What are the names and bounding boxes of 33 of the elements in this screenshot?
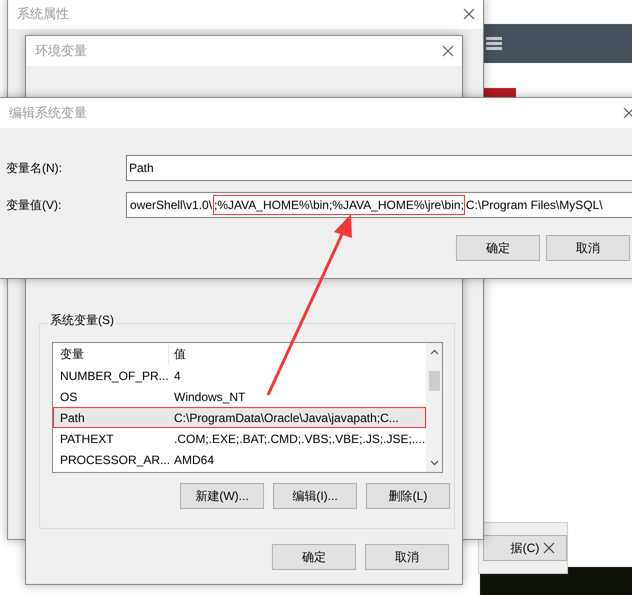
column-header[interactable]: 值	[169, 344, 426, 364]
table-cell-text: OS	[59, 390, 78, 404]
list-row[interactable]: PROCESSOR_AR... AMD64	[53, 449, 426, 470]
table-cell-text: NUMBER_OF_PR...	[59, 368, 169, 382]
window-title: 编辑系统变量	[9, 104, 87, 122]
ok-button[interactable]: 确定	[456, 235, 540, 261]
cancel-button[interactable]: 取消	[365, 544, 449, 570]
table-cell-text: PROCESSOR_AR...	[59, 452, 169, 466]
input-field[interactable]: Path	[126, 155, 632, 181]
list-row[interactable]: OS Windows_NT	[53, 386, 426, 407]
table-cell-text: Path	[59, 410, 86, 424]
list-action-button[interactable]: 删除(L)	[366, 483, 450, 509]
section-label: 系统变量(S)	[48, 312, 116, 329]
table-cell-text: AMD64	[173, 452, 216, 466]
window-title: 环境变量	[35, 42, 87, 60]
list-action-button[interactable]: 编辑(I)...	[273, 483, 357, 509]
table-cell-text: Windows_NT	[173, 390, 246, 404]
copy-button[interactable]: 据(C)	[483, 535, 567, 561]
field-label: 变量值(V):	[6, 196, 62, 214]
list-action-button[interactable]: 新建(W)...	[180, 483, 264, 509]
field-label: 变量名(N):	[6, 160, 63, 176]
window-title: 系统属性	[17, 5, 69, 23]
input-field[interactable]: owerShell\v1.0\ ;%JAVA_HOME%\bin;%JAVA_HOME%\jre\bin; C:\Program Files\MySQL\	[126, 192, 632, 218]
table-cell-text: .COM;.EXE;.BAT;.CMD;.VBS;.VBE;.JS;.JSE;....	[173, 432, 426, 446]
list-row[interactable]: Path C:\ProgramData\Oracle\Java\javapath;C...	[53, 407, 426, 428]
column-header[interactable]: 变量	[54, 344, 169, 364]
list-row[interactable]: NUMBER_OF_PR... 4	[53, 365, 426, 386]
ok-button[interactable]: 确定	[272, 544, 356, 570]
table-cell-text: C:\ProgramData\Oracle\Java\javapath;C...	[173, 410, 400, 424]
cancel-button[interactable]: 取消	[546, 235, 630, 261]
table-cell-text: PATHEXT	[59, 432, 115, 446]
table-cell-text: 4	[173, 368, 182, 382]
list-row[interactable]: PATHEXT .COM;.EXE;.BAT;.CMD;.VBS;.VBE;.JS;.JSE;....	[53, 428, 426, 449]
